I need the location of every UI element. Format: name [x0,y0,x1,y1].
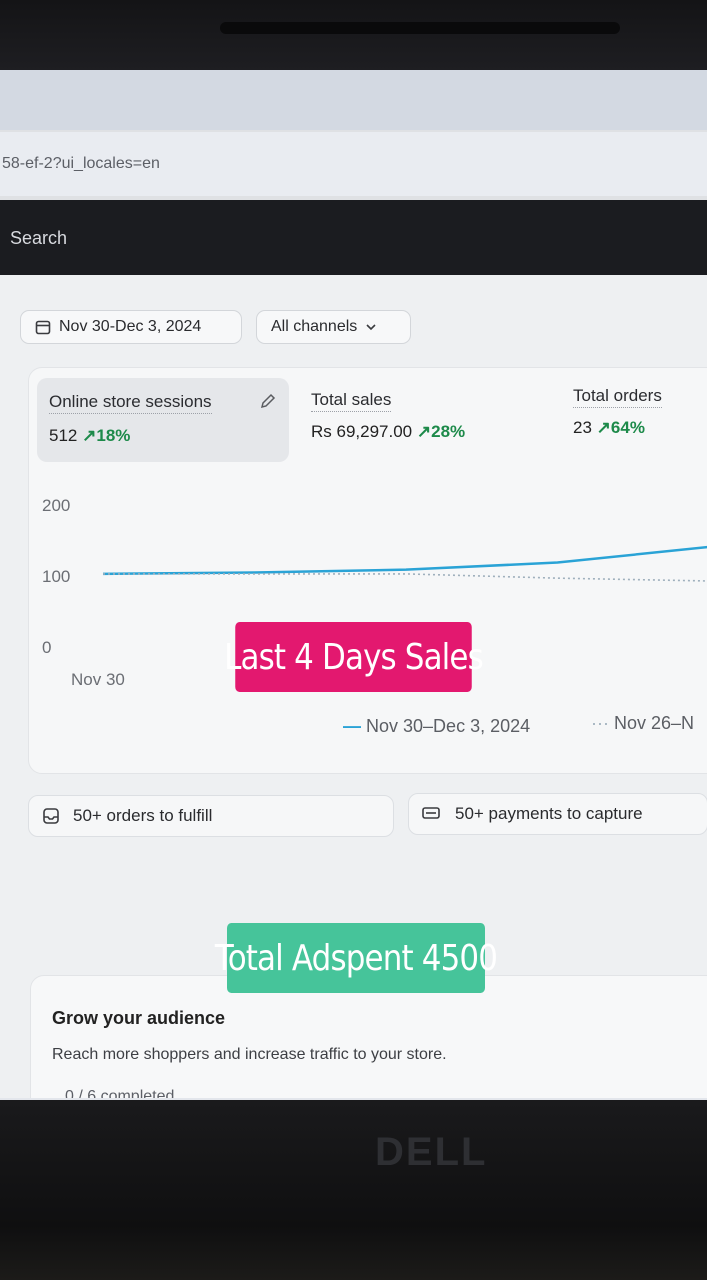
series-line-0 [103,545,707,576]
y-tick-200: 200 [42,496,71,515]
y-tick-0: 0 [42,638,52,657]
dell-logo: DELL [375,1130,488,1174]
y-tick-100: 100 [42,567,71,586]
search-label: Search [10,228,68,248]
calendar-icon [35,320,51,335]
cash-icon [422,807,440,819]
metric-label: Online store sessions [49,392,212,414]
chevron-down-icon [366,324,376,331]
laptop-bottom-bezel: DELL [0,1100,707,1280]
metric-value: 512 ↗18% [49,426,131,445]
trend-up-icon: ↗ [82,426,97,445]
legend-solid-marker: — [343,716,361,736]
date-range-label: Nov 30-Dec 3, 2024 [59,318,202,335]
metric-orders[interactable]: Total orders 23 ↗64% [573,386,662,438]
adspent-overlay-badge: Total Adspent 4500 [215,923,498,993]
analytics-card: Online store sessions 512 ↗18% Total sal… [28,367,707,774]
metric-value: 23 ↗64% [573,418,645,437]
inbox-icon [43,808,59,824]
metric-label: Total orders [573,386,662,408]
metric-label: Total sales [311,390,465,412]
series-line-1 [103,573,707,582]
grow-subtitle: Reach more shoppers and increase traffic… [52,1046,447,1063]
grow-audience-card: Grow your audience Reach more shoppers a… [30,975,707,1100]
address-bar[interactable]: 58-ef-2?ui_locales=en [0,132,707,196]
channel-label: All channels [271,318,358,335]
dashboard-content: Nov 30-Dec 3, 2024 All channels Online s… [0,275,707,1100]
screen: 58-ef-2?ui_locales=en Search Nov 30-Dec … [0,70,707,1100]
browser-tab-strip [0,70,707,130]
date-range-picker[interactable]: Nov 30-Dec 3, 2024 [20,310,242,344]
channel-select[interactable]: All channels [256,310,411,344]
pencil-icon[interactable] [259,392,277,410]
orders-to-fulfill[interactable]: 50+ orders to fulfill [28,795,394,837]
trend-up-icon: ↗ [596,418,611,437]
metric-value: Rs 69,297.00 ↗28% [311,422,466,441]
metric-sessions[interactable]: Online store sessions 512 ↗18% [37,378,289,462]
grow-title: Grow your audience [52,1008,226,1028]
laptop-top-bezel [0,0,707,72]
payments-to-capture[interactable]: 50+ payments to capture [408,793,707,835]
admin-top-bar: Search [0,200,707,275]
search-box[interactable]: Search [10,228,67,249]
url-text: 58-ef-2?ui_locales=en [2,155,160,172]
legend-previous: ··· Nov 26–N [591,713,695,733]
sales-overlay-badge: Last 4 Days Sales [224,622,484,692]
metric-sales[interactable]: Total sales Rs 69,297.00 ↗28% [311,390,465,442]
legend-dotted-marker: ··· [591,713,609,733]
webcam-strip [220,22,620,34]
trend-up-icon: ↗ [416,422,432,441]
legend-current: — Nov 30–Dec 3, 2024 [343,716,531,736]
